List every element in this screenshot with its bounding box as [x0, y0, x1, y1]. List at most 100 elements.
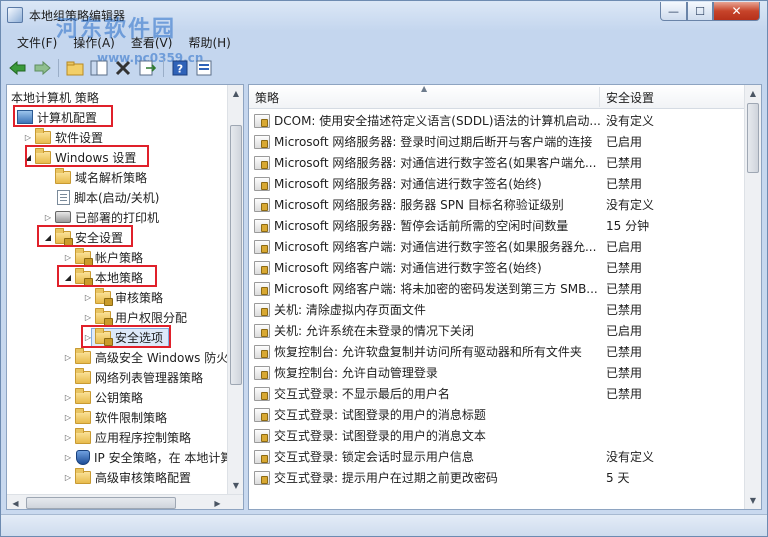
- menu-view[interactable]: 查看(V): [123, 34, 181, 51]
- scroll-up-icon[interactable]: ▲: [745, 85, 761, 102]
- export-list-button[interactable]: [136, 57, 158, 79]
- app-icon: [7, 7, 23, 23]
- scroll-up-icon[interactable]: ▲: [228, 85, 243, 102]
- policy-row[interactable]: 交互式登录: 不显示最后的用户名 已禁用: [249, 383, 746, 404]
- title-bar[interactable]: 本地组策略编辑器 河东软件园 — ☐ ✕: [1, 1, 767, 42]
- expand-arrow-icon[interactable]: ▷: [43, 213, 53, 222]
- scroll-thumb[interactable]: [230, 125, 242, 385]
- policy-name: DCOM: 使用安全描述符定义语言(SDDL)语法的计算机启动...: [274, 114, 601, 128]
- forward-button[interactable]: [31, 57, 53, 79]
- scroll-thumb[interactable]: [747, 103, 759, 173]
- tree-item-scripts[interactable]: 脚本(启动/关机): [43, 187, 159, 207]
- policy-row[interactable]: DCOM: 使用安全描述符定义语言(SDDL)语法的计算机启动... 没有定义: [249, 110, 746, 131]
- policy-row[interactable]: Microsoft 网络客户端: 将未加密的密码发送到第三方 SMB... 已禁用: [249, 278, 746, 299]
- tree-item-label: 帐户策略: [95, 250, 144, 265]
- scroll-left-icon[interactable]: ◀: [7, 495, 24, 509]
- show-hide-tree-button[interactable]: [88, 57, 110, 79]
- tree-pane[interactable]: 本地计算机 策略 计算机配置 ▷ 软件设置 ◢ Windows 设置 域名解析策…: [6, 84, 244, 510]
- policy-row[interactable]: 关机: 允许系统在未登录的情况下关闭 已启用: [249, 320, 746, 341]
- expand-arrow-icon[interactable]: ▷: [23, 133, 33, 142]
- expand-arrow-icon[interactable]: ▷: [63, 453, 73, 462]
- tree-item-user-rights[interactable]: ▷ 用户权限分配: [83, 307, 187, 327]
- tree-item-advanced-audit[interactable]: ▷ 高级审核策略配置: [63, 467, 191, 487]
- help-icon: ?: [172, 60, 188, 75]
- close-button[interactable]: ✕: [713, 2, 760, 21]
- menu-action[interactable]: 操作(A): [65, 34, 123, 51]
- properties-button[interactable]: [193, 57, 215, 79]
- policy-name: Microsoft 网络服务器: 对通信进行数字签名(如果客户端允...: [274, 156, 597, 170]
- folder-icon: [75, 347, 91, 364]
- tree-item-network-list-manager[interactable]: 网络列表管理器策略: [63, 367, 203, 387]
- toolbar-separator: [58, 58, 59, 77]
- column-header-security-setting[interactable]: 安全设置: [600, 85, 746, 109]
- policy-row[interactable]: 关机: 清除虚拟内存页面文件 已禁用: [249, 299, 746, 320]
- policy-row[interactable]: Microsoft 网络客户端: 对通信进行数字签名(始终) 已禁用: [249, 257, 746, 278]
- delete-button[interactable]: [112, 57, 134, 79]
- tree-item-name-resolution-policy[interactable]: 域名解析策略: [43, 167, 147, 187]
- expand-arrow-icon[interactable]: ▷: [63, 473, 73, 482]
- policy-setting-icon: [254, 134, 270, 149]
- security-setting-value: 已启用: [606, 324, 643, 338]
- policy-row[interactable]: Microsoft 网络客户端: 对通信进行数字签名(如果服务器允... 已启用: [249, 236, 746, 257]
- tree-vertical-scrollbar[interactable]: ▲ ▼: [227, 85, 243, 494]
- tree-horizontal-scrollbar[interactable]: ◀ ▶: [7, 494, 243, 509]
- list-vertical-scrollbar[interactable]: ▲ ▼: [744, 85, 761, 509]
- tree-item-audit-policy[interactable]: ▷ 审核策略: [83, 287, 163, 307]
- policy-row[interactable]: Microsoft 网络服务器: 登录时间过期后断开与客户端的连接 已启用: [249, 131, 746, 152]
- tree-item-software-settings[interactable]: ▷ 软件设置: [23, 127, 103, 147]
- tree-item-software-restriction[interactable]: ▷ 软件限制策略: [63, 407, 167, 427]
- highlight-box: [13, 105, 113, 127]
- up-folder-button[interactable]: [64, 57, 86, 79]
- security-setting-value: 已禁用: [606, 345, 643, 359]
- policy-name: 交互式登录: 锁定会话时显示用户信息: [274, 450, 474, 464]
- policy-row[interactable]: 交互式登录: 锁定会话时显示用户信息 没有定义: [249, 446, 746, 467]
- policy-row[interactable]: 恢复控制台: 允许自动管理登录 已禁用: [249, 362, 746, 383]
- security-setting-value: 没有定义: [606, 114, 655, 128]
- tree-item-public-key-policies[interactable]: ▷ 公钥策略: [63, 387, 143, 407]
- security-folder-icon: [95, 287, 113, 306]
- policy-row[interactable]: Microsoft 网络服务器: 暂停会话前所需的空闲时间数量 15 分钟: [249, 215, 746, 236]
- policy-setting-icon: [254, 470, 270, 485]
- maximize-button[interactable]: ☐: [687, 2, 713, 21]
- policy-row[interactable]: 交互式登录: 试图登录的用户的消息文本: [249, 425, 746, 446]
- folder-icon: [75, 367, 91, 384]
- scroll-down-icon[interactable]: ▼: [228, 477, 243, 494]
- tree-item-app-control[interactable]: ▷ 应用程序控制策略: [63, 427, 191, 447]
- expand-arrow-icon[interactable]: ▷: [83, 293, 93, 302]
- tree-item-label: 已部署的打印机: [75, 210, 160, 225]
- scroll-thumb[interactable]: [26, 497, 176, 509]
- column-header-policy[interactable]: 策略 ▲: [249, 85, 599, 109]
- tree-item-local-computer-policy[interactable]: 本地计算机 策略: [11, 87, 99, 107]
- minimize-button[interactable]: —: [660, 2, 687, 21]
- back-button[interactable]: [7, 57, 29, 79]
- tree-item-ip-security[interactable]: ▷ IP 安全策略，在 本地计算: [63, 447, 232, 467]
- tree-item-account-policies[interactable]: ▷ 帐户策略: [63, 247, 143, 267]
- expand-arrow-icon[interactable]: ▷: [63, 253, 73, 262]
- tree-item-label: 高级审核策略配置: [95, 470, 192, 485]
- expand-arrow-icon[interactable]: ▷: [63, 413, 73, 422]
- policy-row[interactable]: Microsoft 网络服务器: 服务器 SPN 目标名称验证级别 没有定义: [249, 194, 746, 215]
- policy-row[interactable]: 交互式登录: 试图登录的用户的消息标题: [249, 404, 746, 425]
- help-button[interactable]: ?: [169, 57, 191, 79]
- menu-help[interactable]: 帮助(H): [180, 34, 238, 51]
- policy-row[interactable]: Microsoft 网络服务器: 对通信进行数字签名(如果客户端允... 已禁用: [249, 152, 746, 173]
- scroll-down-icon[interactable]: ▼: [745, 492, 761, 509]
- tree-item-advanced-firewall[interactable]: ▷ 高级安全 Windows 防火: [63, 347, 228, 367]
- policy-row[interactable]: Microsoft 网络服务器: 对通信进行数字签名(始终) 已禁用: [249, 173, 746, 194]
- tree-item-deployed-printers[interactable]: ▷ 已部署的打印机: [43, 207, 159, 227]
- expand-arrow-icon[interactable]: ▷: [83, 313, 93, 322]
- list-header: 策略 ▲ 安全设置: [249, 85, 746, 109]
- folder-icon: [75, 467, 91, 484]
- security-setting-value: 已禁用: [606, 261, 643, 275]
- show-hide-tree-icon: [90, 60, 108, 75]
- policy-row[interactable]: 恢复控制台: 允许软盘复制并访问所有驱动器和所有文件夹 已禁用: [249, 341, 746, 362]
- menu-file[interactable]: 文件(F): [9, 34, 65, 51]
- policy-setting-icon: [254, 113, 270, 128]
- policy-setting-icon: [254, 449, 270, 464]
- expand-arrow-icon[interactable]: ▷: [63, 393, 73, 402]
- scroll-right-icon[interactable]: ▶: [209, 495, 226, 509]
- policy-row[interactable]: 交互式登录: 提示用户在过期之前更改密码 5 天: [249, 467, 746, 488]
- policy-list-pane[interactable]: 策略 ▲ 安全设置 DCOM: 使用安全描述符定义语言(SDDL)语法的计算机启…: [248, 84, 762, 510]
- expand-arrow-icon[interactable]: ▷: [63, 353, 73, 362]
- expand-arrow-icon[interactable]: ▷: [63, 433, 73, 442]
